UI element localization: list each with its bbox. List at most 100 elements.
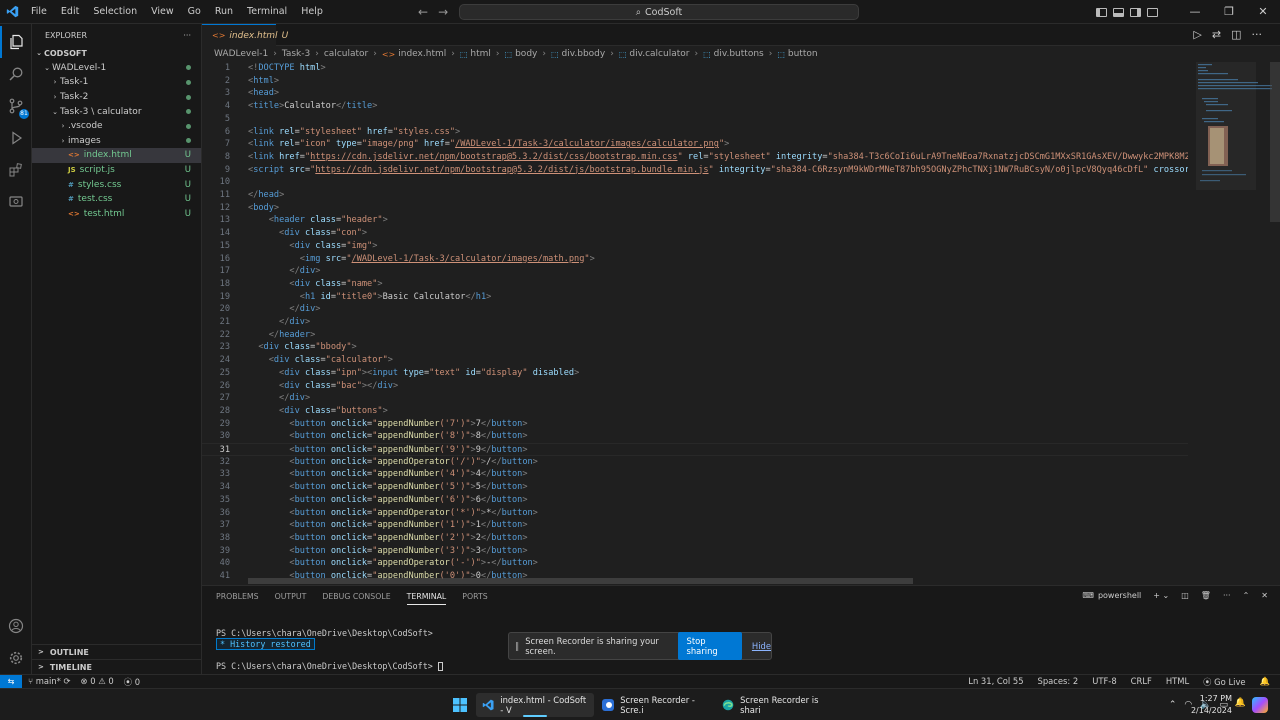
notification-center-icon[interactable]: 🔔 (1235, 698, 1246, 708)
go-live-button[interactable]: ⦿ Go Live (1203, 676, 1245, 688)
breadcrumb-item[interactable]: div.bbody (562, 49, 606, 59)
remote-indicator-icon[interactable]: ⇆ (0, 674, 22, 689)
code-line[interactable]: 22 </header> (202, 329, 1188, 342)
code-line[interactable]: 39 <button onclick="appendNumber('3')">3… (202, 545, 1188, 558)
chevron-up-icon[interactable]: ⌃ (1169, 700, 1177, 710)
tree-item[interactable]: # styles.css U (32, 177, 201, 192)
maximize-button[interactable]: ❐ (1212, 0, 1246, 24)
problems-indicator[interactable]: ⊗ 0 ⚠ 0 (81, 676, 114, 688)
menu-item-terminal[interactable]: Terminal (240, 0, 294, 24)
panel-tab-debug-console[interactable]: DEBUG CONSOLE (322, 592, 390, 605)
code-line[interactable]: 11 </head> (202, 189, 1188, 202)
tree-item[interactable]: › Task-1 (32, 75, 201, 90)
language-mode[interactable]: HTML (1166, 676, 1189, 688)
code-line[interactable]: 9 <script src="https://cdn.jsdelivr.net/n… (202, 164, 1188, 177)
code-line[interactable]: 25 <div class="ipn"><input type="text" i… (202, 367, 1188, 380)
code-line[interactable]: 38 <button onclick="appendNumber('2')">2… (202, 532, 1188, 545)
breadcrumb-item[interactable]: div.calculator (629, 49, 689, 59)
code-line[interactable]: 31 <button onclick="appendNumber('9')">9… (202, 443, 1188, 456)
notifications-bell-icon[interactable]: 🔔 (1260, 676, 1270, 688)
breadcrumb-item[interactable]: button (788, 49, 818, 59)
tree-item[interactable]: › images (32, 134, 201, 149)
tree-item[interactable]: <> test.html U (32, 207, 201, 222)
menu-item-go[interactable]: Go (181, 0, 208, 24)
tree-item[interactable]: › Task-2 (32, 90, 201, 105)
compare-changes-icon[interactable]: ⇄ (1212, 28, 1221, 41)
code-line[interactable]: 18 <div class="name"> (202, 278, 1188, 291)
code-line[interactable]: 21 </div> (202, 316, 1188, 329)
code-line[interactable]: 14 <div class="con"> (202, 227, 1188, 240)
copilot-icon[interactable] (1252, 697, 1268, 713)
code-line[interactable]: 16 <img src="/WADLevel-1/Task-3/calculat… (202, 253, 1188, 266)
code-line[interactable]: 34 <button onclick="appendNumber('5')">5… (202, 481, 1188, 494)
end-of-line[interactable]: CRLF (1131, 676, 1152, 688)
terminal-current-prompt[interactable]: PS C:\Users\chara\OneDrive\Desktop\CodSo… (216, 661, 443, 671)
customize-layout-icon[interactable] (1147, 7, 1158, 17)
editor-vertical-scrollbar[interactable] (1270, 62, 1280, 222)
remote-explorer-icon[interactable] (0, 186, 32, 218)
code-line[interactable]: 12 <body> (202, 202, 1188, 215)
code-line[interactable]: 37 <button onclick="appendNumber('1')">1… (202, 519, 1188, 532)
tree-item[interactable]: JS script.js U (32, 163, 201, 178)
code-line[interactable]: 6 <link rel="stylesheet" href="styles.css… (202, 126, 1188, 139)
code-line[interactable]: 17 </div> (202, 265, 1188, 278)
tree-item[interactable]: # test.css U (32, 192, 201, 207)
breadcrumb-item[interactable]: html (470, 49, 491, 59)
code-line[interactable]: 24 <div class="calculator"> (202, 354, 1188, 367)
code-line[interactable]: 10 (202, 176, 1188, 189)
forward-arrow-icon[interactable]: → (438, 0, 448, 24)
breadcrumb-item[interactable]: Task-3 (282, 49, 310, 59)
git-branch[interactable]: ⑂ main* ⟳ (28, 676, 71, 688)
code-line[interactable]: 15 <div class="img"> (202, 240, 1188, 253)
code-line[interactable]: 4 <title>Calculator</title> (202, 100, 1188, 113)
command-center-search[interactable]: ⌕ CodSoft (459, 4, 859, 20)
workspace-root[interactable]: ⌄ CODSOFT (32, 46, 201, 61)
back-arrow-icon[interactable]: ← (418, 0, 428, 24)
new-terminal-icon[interactable]: + ⌄ (1153, 591, 1169, 600)
split-terminal-icon[interactable]: ◫ (1181, 591, 1189, 600)
tree-item[interactable]: <> index.html U (32, 148, 201, 163)
cursor-position[interactable]: Ln 31, Col 55 (968, 676, 1023, 688)
kill-terminal-icon[interactable]: 🗑 (1201, 591, 1211, 600)
code-line[interactable]: 5 (202, 113, 1188, 126)
code-line[interactable]: 7 <link rel="icon" type="image/png" href=… (202, 138, 1188, 151)
timeline-section[interactable]: > TIMELINE (32, 659, 202, 674)
hide-button[interactable]: Hide (752, 641, 771, 651)
extensions-icon[interactable] (0, 154, 32, 186)
taskbar-app-vscode[interactable]: index.html - CodSoft - V (476, 693, 594, 717)
toggle-primary-sidebar-icon[interactable] (1096, 7, 1107, 17)
split-editor-icon[interactable]: ◫ (1231, 28, 1241, 41)
search-view-icon[interactable] (0, 58, 32, 90)
menu-item-edit[interactable]: Edit (54, 0, 86, 24)
panel-tab-problems[interactable]: PROBLEMS (216, 592, 259, 605)
code-line[interactable]: 28 <div class="buttons"> (202, 405, 1188, 418)
run-icon[interactable]: ▷ (1193, 28, 1201, 41)
tree-item[interactable]: › .vscode (32, 119, 201, 134)
indentation[interactable]: Spaces: 2 (1038, 676, 1079, 688)
code-line[interactable]: 3 <head> (202, 87, 1188, 100)
menu-item-file[interactable]: File (24, 0, 54, 24)
code-line[interactable]: 23 <div class="bbody"> (202, 341, 1188, 354)
minimize-button[interactable]: — (1178, 0, 1212, 24)
toggle-secondary-sidebar-icon[interactable] (1130, 7, 1141, 17)
code-line[interactable]: 20 </div> (202, 303, 1188, 316)
code-line[interactable]: 19 <h1 id="title0">Basic Calculator</h1> (202, 291, 1188, 304)
stop-sharing-button[interactable]: Stop sharing (677, 632, 742, 660)
code-line[interactable]: 1 <!DOCTYPE html> (202, 62, 1188, 75)
code-line[interactable]: 27 </div> (202, 392, 1188, 405)
breadcrumb-item[interactable]: body (515, 49, 537, 59)
tree-item[interactable]: ⌄ WADLevel-1 (32, 61, 201, 76)
taskbar-app-screen-recorder[interactable]: Screen Recorder - Scre.i (596, 693, 714, 717)
code-line[interactable]: 8 <link href="https://cdn.jsdelivr.net/np… (202, 151, 1188, 164)
code-line[interactable]: 32 <button onclick="appendOperator('/')"… (202, 456, 1188, 469)
more-actions-icon[interactable]: ··· (183, 31, 191, 40)
code-line[interactable]: 2 <html> (202, 75, 1188, 88)
breadcrumb-item[interactable]: index.html (398, 49, 446, 59)
panel-tab-output[interactable]: OUTPUT (275, 592, 307, 605)
code-line[interactable]: 13 <header class="header"> (202, 214, 1188, 227)
close-panel-icon[interactable]: ✕ (1261, 591, 1268, 600)
menu-item-run[interactable]: Run (208, 0, 240, 24)
menu-item-help[interactable]: Help (294, 0, 330, 24)
taskbar-clock[interactable]: 1:27 PM 2/14/2024 (1191, 693, 1232, 717)
source-control-icon[interactable]: 81 (0, 90, 32, 122)
